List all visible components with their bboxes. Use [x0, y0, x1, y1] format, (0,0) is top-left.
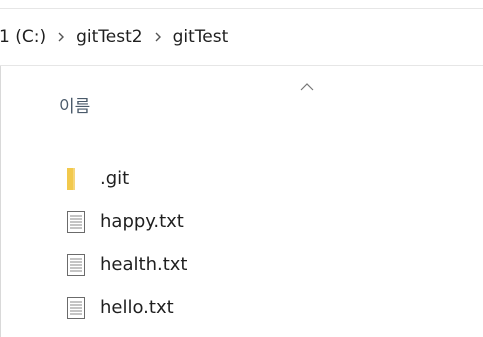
text-file-icon: [64, 210, 88, 234]
nav-pane-edge: [0, 66, 1, 337]
text-file-icon: [64, 253, 88, 277]
file-name: health.txt: [100, 254, 188, 275]
list-item[interactable]: happy.txt: [64, 200, 187, 243]
address-bar[interactable]: 1 (C:) gitTest2 gitTest: [0, 9, 483, 65]
breadcrumb-gittest2[interactable]: gitTest2: [74, 27, 144, 47]
folder-icon: [64, 167, 88, 191]
list-item[interactable]: health.txt: [64, 243, 187, 286]
file-name: happy.txt: [100, 211, 184, 232]
breadcrumb-drive[interactable]: 1 (C:): [0, 27, 48, 47]
file-explorer-window: 1 (C:) gitTest2 gitTest 이름 .git happy.tx…: [0, 0, 483, 337]
sort-ascending-icon: [300, 83, 314, 91]
chevron-right-icon[interactable]: [48, 29, 74, 45]
breadcrumb-gittest[interactable]: gitTest: [171, 27, 231, 47]
list-item[interactable]: .git: [64, 157, 187, 200]
column-header-name[interactable]: 이름: [59, 92, 90, 117]
address-divider: [0, 65, 483, 66]
file-name: hello.txt: [100, 297, 174, 318]
file-name: .git: [100, 168, 130, 189]
text-file-icon: [64, 296, 88, 320]
file-list: .git happy.txt health.txt hello.txt: [64, 157, 187, 329]
chevron-right-icon[interactable]: [145, 29, 171, 45]
list-item[interactable]: hello.txt: [64, 286, 187, 329]
